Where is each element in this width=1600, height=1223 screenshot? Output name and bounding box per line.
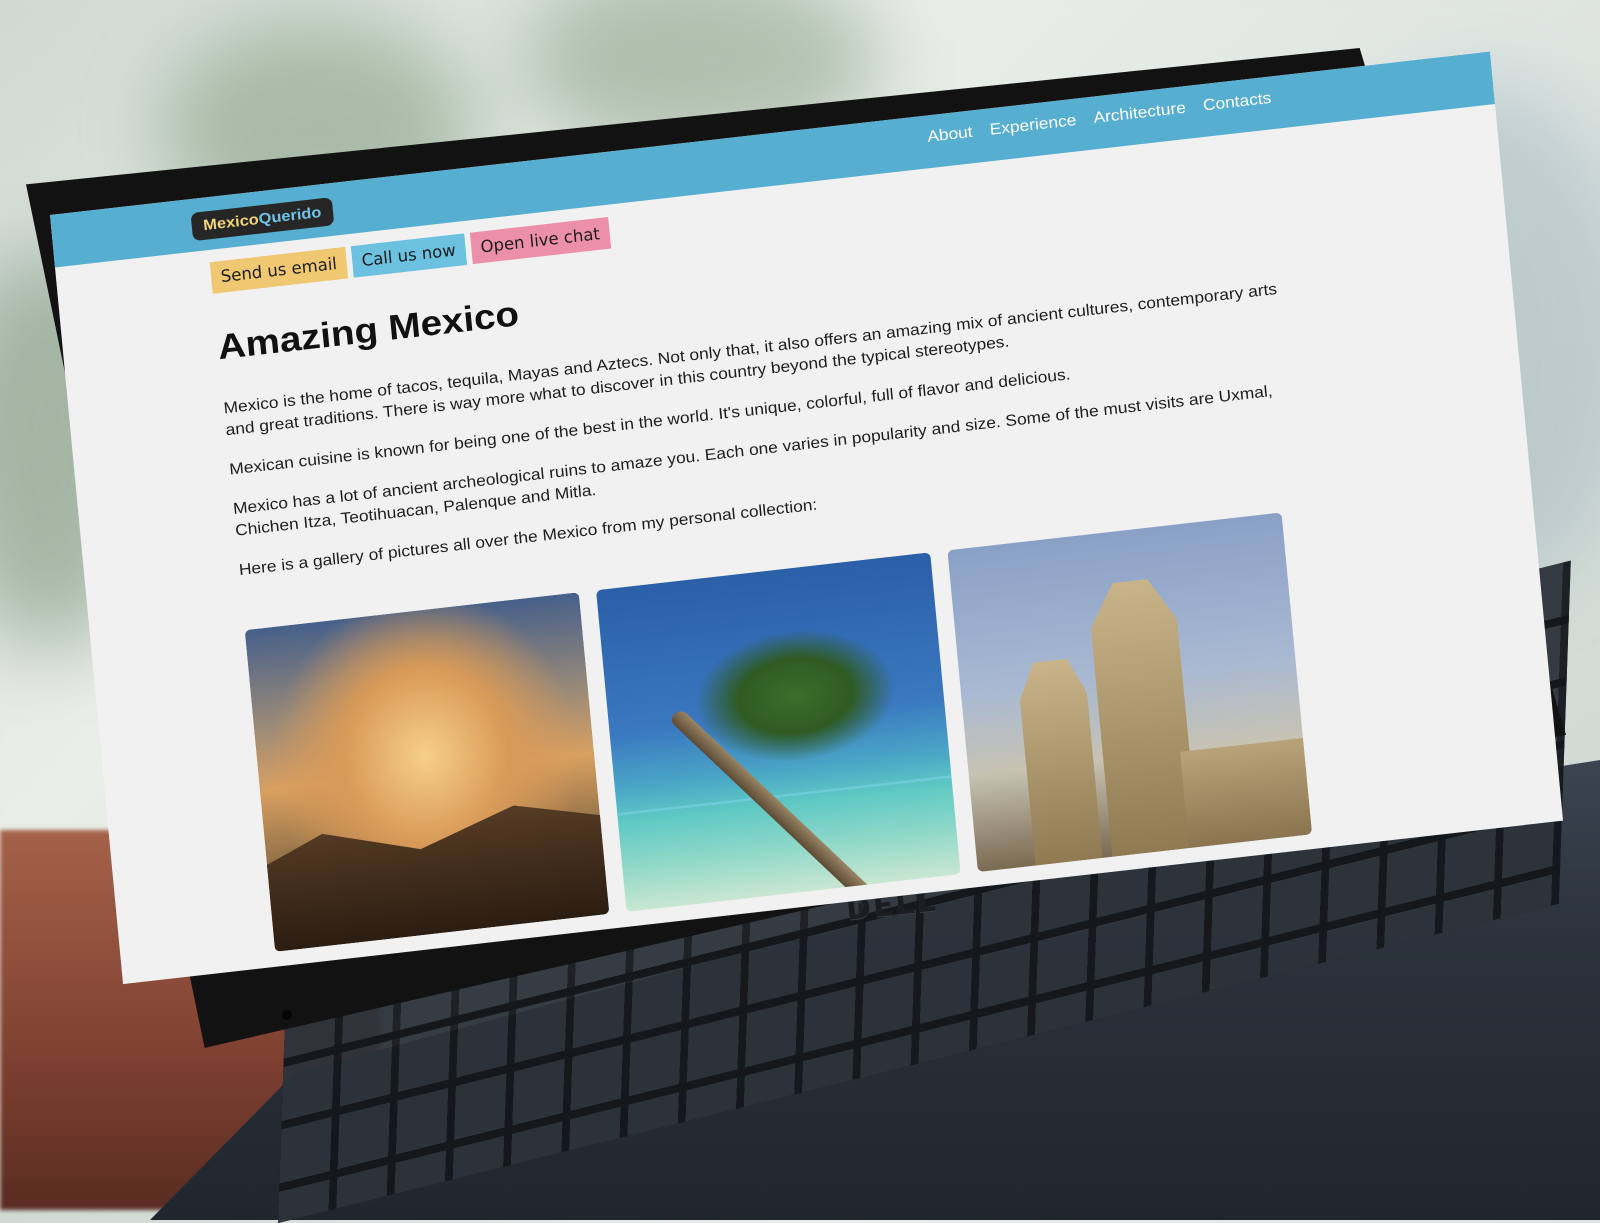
nav-about[interactable]: About	[926, 123, 973, 146]
palm-fronds	[688, 618, 903, 773]
cathedral-tower-left	[1016, 657, 1102, 866]
cathedral-tower-right	[1087, 576, 1199, 857]
palm-beach-photo[interactable]	[596, 552, 961, 912]
call-now-button[interactable]: Call us now	[350, 233, 467, 278]
sunset-mountains-photo[interactable]	[244, 592, 610, 952]
laptop-screen: MexicoQuerido About Experience Architect…	[50, 51, 1564, 985]
nav-contacts[interactable]: Contacts	[1202, 89, 1272, 115]
site-logo[interactable]: MexicoQuerido	[190, 197, 335, 242]
nav-experience[interactable]: Experience	[989, 111, 1077, 139]
send-email-button[interactable]: Send us email	[209, 246, 348, 294]
cathedral-photo[interactable]	[947, 512, 1313, 873]
cathedral-nave	[1180, 736, 1313, 849]
mountain-ridge	[245, 779, 610, 952]
webcam-icon	[282, 1010, 292, 1020]
nav-architecture[interactable]: Architecture	[1093, 99, 1187, 128]
live-chat-button[interactable]: Open live chat	[469, 217, 611, 265]
